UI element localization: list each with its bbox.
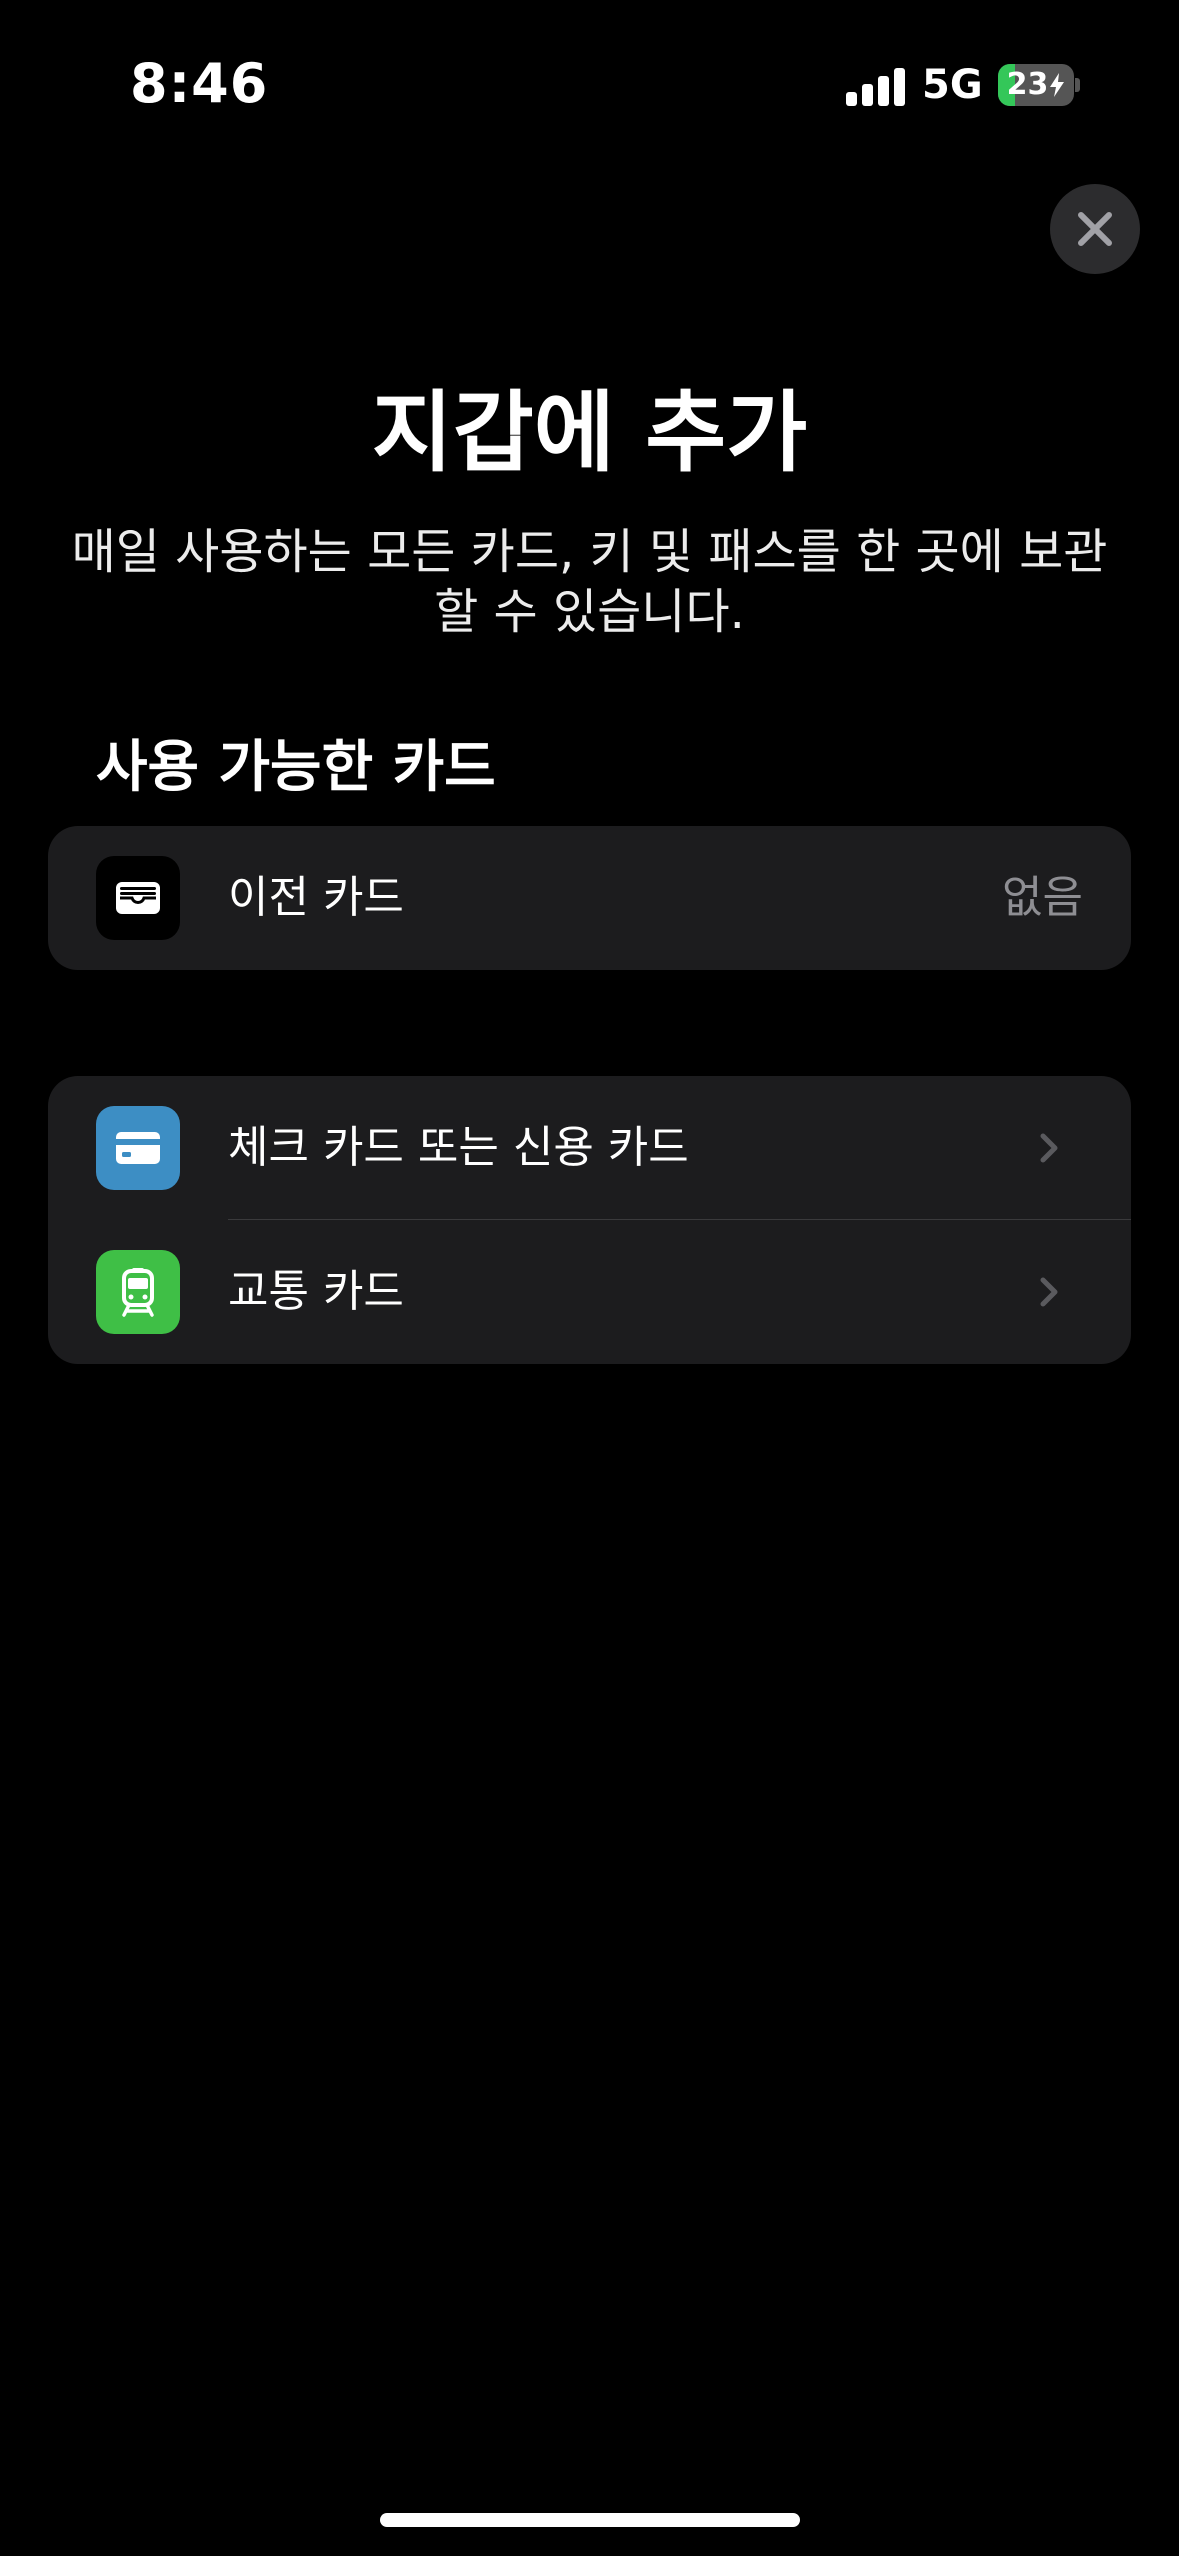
previous-cards-value: 없음 [1002,872,1083,923]
page-title: 지갑에 추가 [371,381,808,484]
close-icon [1078,212,1112,246]
previous-cards-label: 이전 카드 [228,872,404,923]
debit-credit-card-label: 체크 카드 또는 신용 카드 [228,1122,689,1173]
previous-cards-row[interactable]: 이전 카드 없음 [48,826,1131,970]
close-button[interactable] [1050,184,1140,274]
wallet-icon [96,856,180,940]
chevron-right-icon [1040,1133,1058,1163]
train-icon [96,1250,180,1334]
battery-icon: 23 [998,64,1080,106]
transit-card-row[interactable]: 교통 카드 [48,1220,1131,1364]
status-bar: 8:46 5G 23 [0,0,1179,170]
previous-cards-group: 이전 카드 없음 [48,826,1131,970]
chevron-right-icon [1040,1277,1058,1307]
cellular-signal-icon [846,66,906,106]
transit-card-label: 교통 카드 [228,1266,404,1317]
home-indicator[interactable] [380,2513,800,2527]
credit-card-icon [96,1106,180,1190]
page-subtitle: 매일 사용하는 모든 카드, 키 및 패스를 한 곳에 보관할 수 있습니다. [71,524,1108,640]
network-type: 5G [922,62,983,108]
battery-level: 23 [998,64,1074,106]
add-card-options-group: 체크 카드 또는 신용 카드 교통 카드 [48,1076,1131,1364]
debit-credit-card-row[interactable]: 체크 카드 또는 신용 카드 [48,1076,1131,1220]
status-time: 8:46 [130,52,269,115]
section-header-available-cards: 사용 가능한 카드 [96,735,496,800]
